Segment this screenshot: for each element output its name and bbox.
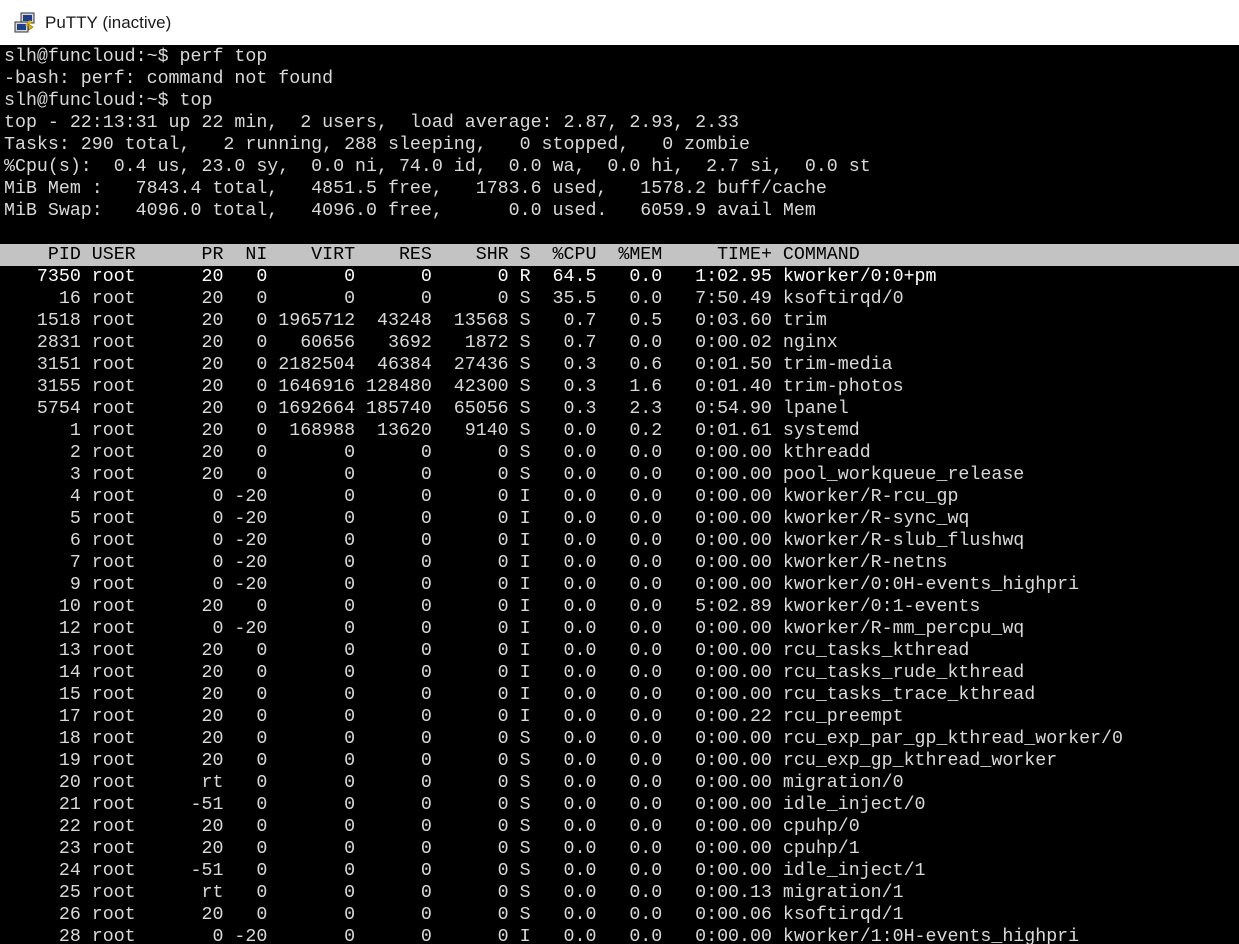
process-row: 2831 root 20 0 60656 3692 1872 S 0.7 0.0…	[4, 333, 838, 353]
process-row: 3 root 20 0 0 0 0 S 0.0 0.0 0:00.00 pool…	[4, 465, 1025, 485]
process-row: 2 root 20 0 0 0 0 S 0.0 0.0 0:00.00 kthr…	[4, 443, 871, 463]
terminal-line: Tasks: 290 total, 2 running, 288 sleepin…	[4, 135, 750, 155]
terminal-line: %Cpu(s): 0.4 us, 23.0 sy, 0.0 ni, 74.0 i…	[4, 157, 871, 177]
process-row: 17 root 20 0 0 0 0 I 0.0 0.0 0:00.22 rcu…	[4, 707, 904, 727]
process-row: 14 root 20 0 0 0 0 I 0.0 0.0 0:00.00 rcu…	[4, 663, 1025, 683]
process-row: 1 root 20 0 168988 13620 9140 S 0.0 0.2 …	[4, 421, 860, 441]
process-row: 1518 root 20 0 1965712 43248 13568 S 0.7…	[4, 311, 827, 331]
process-row: 15 root 20 0 0 0 0 I 0.0 0.0 0:00.00 rcu…	[4, 685, 1036, 705]
process-row: 21 root -51 0 0 0 0 S 0.0 0.0 0:00.00 id…	[4, 795, 926, 815]
terminal-line: -bash: perf: command not found	[4, 69, 334, 89]
process-row: 5754 root 20 0 1692664 185740 65056 S 0.…	[4, 399, 849, 419]
terminal-line: top - 22:13:31 up 22 min, 2 users, load …	[4, 113, 740, 133]
process-row: 25 root rt 0 0 0 0 S 0.0 0.0 0:00.13 mig…	[4, 883, 904, 903]
process-row: 20 root rt 0 0 0 0 S 0.0 0.0 0:00.00 mig…	[4, 773, 904, 793]
process-row: 22 root 20 0 0 0 0 S 0.0 0.0 0:00.00 cpu…	[4, 817, 860, 837]
terminal-output[interactable]: slh@funcloud:~$ perf top -bash: perf: com…	[0, 46, 1239, 944]
process-row: 24 root -51 0 0 0 0 S 0.0 0.0 0:00.00 id…	[4, 861, 926, 881]
process-row: 13 root 20 0 0 0 0 I 0.0 0.0 0:00.00 rcu…	[4, 641, 970, 661]
process-table-header: PID USER PR NI VIRT RES SHR S %CPU %MEM …	[0, 244, 1239, 266]
process-row: 4 root 0 -20 0 0 0 I 0.0 0.0 0:00.00 kwo…	[4, 487, 959, 507]
process-row: 5 root 0 -20 0 0 0 I 0.0 0.0 0:00.00 kwo…	[4, 509, 970, 529]
terminal-line: slh@funcloud:~$ top	[4, 91, 213, 111]
process-row: 7 root 0 -20 0 0 0 I 0.0 0.0 0:00.00 kwo…	[4, 553, 948, 573]
window-title: PuTTY (inactive)	[45, 12, 172, 32]
process-row: 12 root 0 -20 0 0 0 I 0.0 0.0 0:00.00 kw…	[4, 619, 1025, 639]
terminal-line: MiB Mem : 7843.4 total, 4851.5 free, 178…	[4, 179, 827, 199]
process-row: 10 root 20 0 0 0 0 I 0.0 0.0 5:02.89 kwo…	[4, 597, 981, 617]
process-row: 3151 root 20 0 2182504 46384 27436 S 0.3…	[4, 355, 893, 375]
process-row: 16 root 20 0 0 0 0 S 35.5 0.0 7:50.49 ks…	[4, 289, 904, 309]
process-row: 19 root 20 0 0 0 0 S 0.0 0.0 0:00.00 rcu…	[4, 751, 1058, 771]
process-row: 6 root 0 -20 0 0 0 I 0.0 0.0 0:00.00 kwo…	[4, 531, 1025, 551]
process-row: 3155 root 20 0 1646916 128480 42300 S 0.…	[4, 377, 904, 397]
process-row: 9 root 0 -20 0 0 0 I 0.0 0.0 0:00.00 kwo…	[4, 575, 1080, 595]
terminal-line: slh@funcloud:~$ perf top	[4, 47, 268, 67]
process-row: 28 root 0 -20 0 0 0 I 0.0 0.0 0:00.00 kw…	[4, 927, 1080, 944]
putty-window: PuTTY (inactive) slh@funcloud:~$ perf to…	[0, 0, 1239, 944]
putty-icon	[14, 12, 36, 34]
process-row: 26 root 20 0 0 0 0 S 0.0 0.0 0:00.06 kso…	[4, 905, 904, 925]
terminal-line: MiB Swap: 4096.0 total, 4096.0 free, 0.0…	[4, 201, 816, 221]
title-bar[interactable]: PuTTY (inactive)	[0, 0, 1239, 45]
process-row: 18 root 20 0 0 0 0 S 0.0 0.0 0:00.00 rcu…	[4, 729, 1123, 749]
process-row: 23 root 20 0 0 0 0 S 0.0 0.0 0:00.00 cpu…	[4, 839, 860, 859]
process-row: 7350 root 20 0 0 0 0 R 64.5 0.0 1:02.95 …	[4, 267, 937, 287]
